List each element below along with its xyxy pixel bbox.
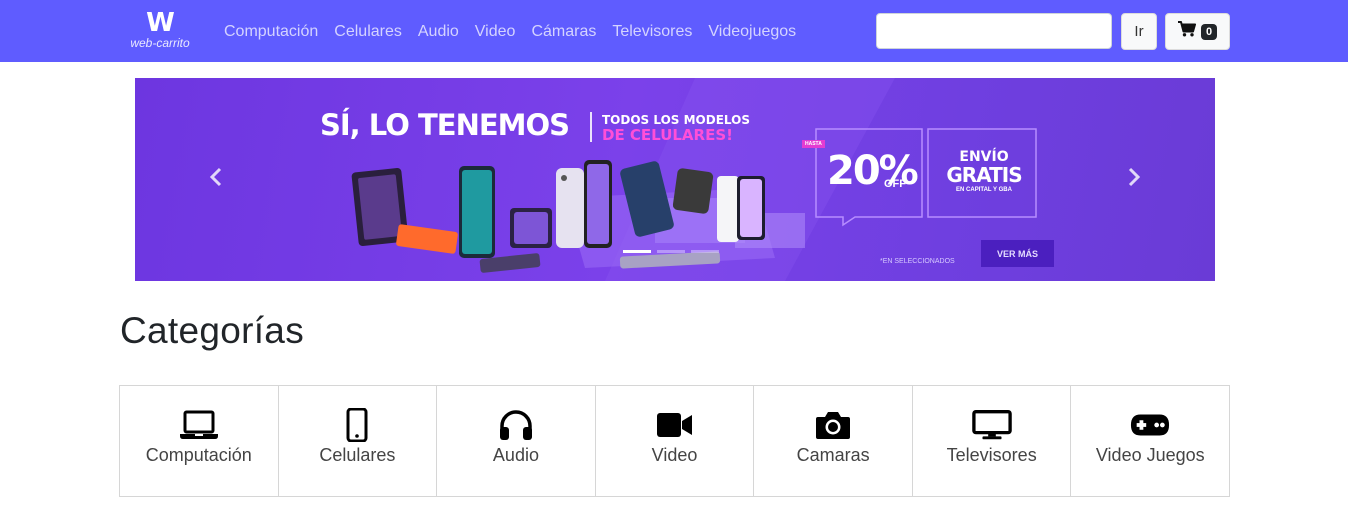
banner-subline-1: TODOS LOS MODELOS — [602, 113, 750, 127]
category-televisores[interactable]: Televisores — [911, 385, 1072, 497]
banner-subline-2: DE CELULARES! — [602, 126, 733, 144]
nav-link-videojuegos[interactable]: Videojuegos — [700, 22, 804, 42]
category-label: Audio — [492, 445, 539, 465]
mobile-phone-icon — [337, 408, 377, 442]
search-submit-button[interactable]: Ir — [1121, 13, 1157, 50]
category-video[interactable]: Video — [594, 385, 755, 497]
category-computacion[interactable]: Computación — [119, 385, 279, 497]
main-nav: Computación Celulares Audio Video Cámara… — [216, 22, 804, 42]
carousel-indicator[interactable] — [623, 250, 651, 253]
category-audio[interactable]: Audio — [436, 385, 596, 497]
nav-link-televisores[interactable]: Televisores — [604, 22, 700, 42]
category-label: Computación — [145, 445, 252, 465]
navbar: W web-carrito Computación Celulares Audi… — [0, 0, 1348, 62]
nav-link-computacion[interactable]: Computación — [216, 22, 326, 42]
category-label: Video — [651, 445, 698, 465]
camera-icon — [813, 408, 853, 442]
carousel-next-button[interactable] — [1119, 164, 1149, 194]
carousel-indicators — [623, 250, 719, 253]
categories-grid: Computación Celulares Audio Video Camara… — [119, 385, 1231, 497]
search-input[interactable] — [876, 13, 1112, 49]
cart-count-badge: 0 — [1200, 23, 1218, 40]
carousel-prev-button[interactable] — [201, 164, 231, 194]
laptop-icon — [179, 408, 219, 442]
carousel-indicator[interactable] — [657, 250, 685, 253]
category-label: Televisores — [946, 445, 1037, 465]
category-celulares[interactable]: Celulares — [277, 385, 438, 497]
banner-off-label: OFF — [884, 178, 906, 190]
categories-title: Categorías — [120, 310, 304, 351]
video-camera-icon — [655, 408, 695, 442]
chevron-left-icon — [209, 167, 223, 192]
nav-link-audio[interactable]: Audio — [410, 22, 467, 42]
banner-envio-note: EN CAPITAL Y GBA — [956, 187, 1012, 193]
category-video-juegos[interactable]: Video Juegos — [1070, 385, 1231, 497]
banner-headline: SÍ, LO TENEMOS — [320, 108, 570, 142]
logo-text: web-carrito — [130, 36, 190, 50]
logo-mark: W — [146, 8, 175, 38]
brand-logo[interactable]: W web-carrito — [118, 10, 202, 54]
banner-ver-mas-button[interactable]: VER MÁS — [981, 240, 1054, 267]
nav-link-camaras[interactable]: Cámaras — [523, 22, 604, 42]
television-icon — [971, 408, 1012, 442]
banner-envio: ENVÍO — [959, 149, 1009, 165]
nav-link-celulares[interactable]: Celulares — [326, 22, 410, 42]
promo-carousel[interactable]: SÍ, LO TENEMOS TODOS LOS MODELOS DE CELU… — [135, 78, 1215, 281]
category-camaras[interactable]: Camaras — [753, 385, 913, 497]
category-label: Video Juegos — [1095, 445, 1205, 465]
banner-fine-print: *EN SELECCIONADOS — [880, 258, 955, 265]
category-label: Celulares — [319, 445, 396, 465]
banner-gratis: GRATIS — [946, 163, 1022, 187]
carousel-indicator[interactable] — [691, 250, 719, 253]
headphones-icon — [496, 408, 536, 442]
gamepad-icon — [1130, 408, 1170, 442]
chevron-right-icon — [1127, 167, 1141, 192]
banner-hasta-tag: HASTA — [802, 140, 825, 148]
cart-icon — [1177, 21, 1196, 42]
nav-link-video[interactable]: Video — [467, 22, 524, 42]
category-label: Camaras — [796, 445, 870, 465]
cart-button[interactable]: 0 — [1165, 13, 1230, 50]
